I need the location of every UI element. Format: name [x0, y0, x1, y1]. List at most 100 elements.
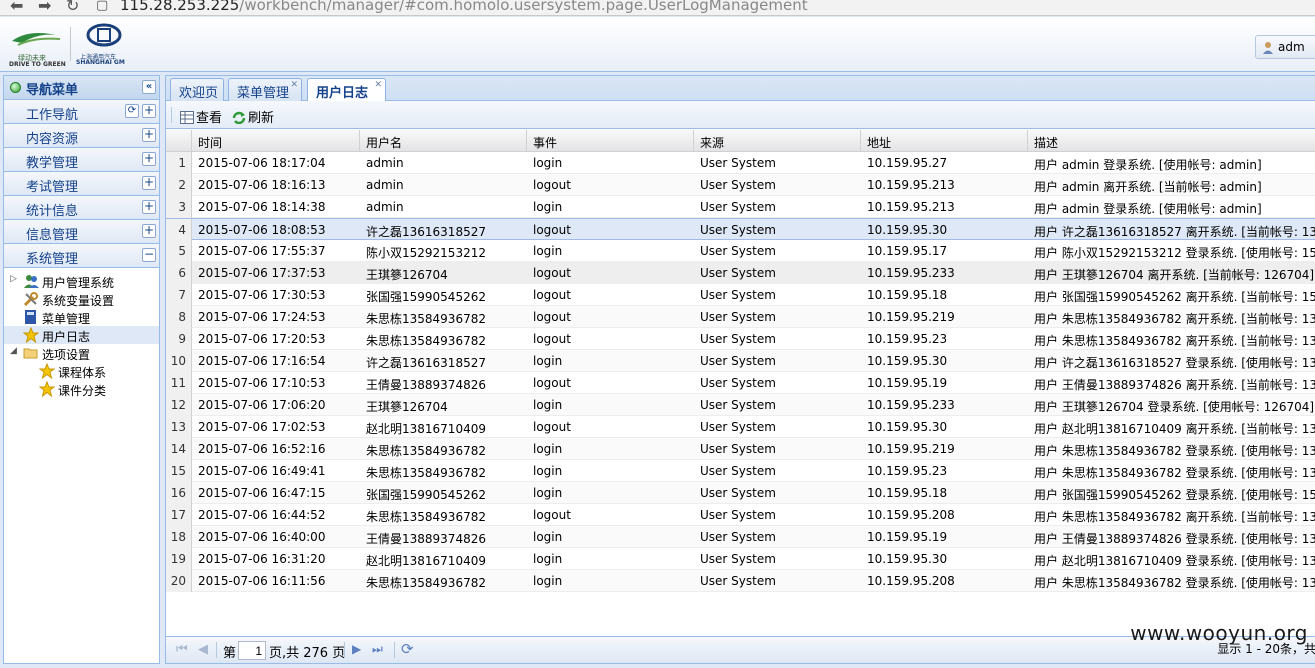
user-icon: [1263, 42, 1273, 54]
expand-icon[interactable]: +: [142, 224, 156, 238]
cell-source: User System: [700, 310, 776, 324]
next-page-icon[interactable]: ▶: [352, 642, 361, 656]
reload-icon[interactable]: ↻: [66, 0, 79, 15]
tree-item-course-system[interactable]: 课程体系: [4, 362, 159, 380]
tab-menu-management[interactable]: 菜单管理 ✕: [228, 78, 302, 101]
url-text[interactable]: 115.28.253.225/workbench/manager/#com.ho…: [120, 0, 808, 14]
collapse-nav-button[interactable]: «: [142, 80, 156, 94]
cell-event: logout: [533, 332, 571, 346]
reload-grid-icon[interactable]: ⟳: [401, 640, 414, 658]
nav-section-system[interactable]: 系统管理 −: [4, 244, 159, 268]
tab-welcome[interactable]: 欢迎页: [170, 78, 224, 101]
cell-username: admin: [366, 156, 404, 170]
table-row[interactable]: 15 2015-07-06 16:49:41 朱思栋13584936782 login…: [166, 460, 1315, 482]
table-row[interactable]: 16 2015-07-06 16:47:15 张国强15990545262 login…: [166, 482, 1315, 504]
tree-item-menu-management[interactable]: 菜单管理: [4, 308, 159, 326]
tree-collapse-icon[interactable]: ◢: [10, 346, 17, 356]
cell-source: User System: [700, 332, 776, 346]
table-row[interactable]: 5 2015-07-06 17:55:37 陈小双15292153212 login U…: [166, 240, 1315, 262]
last-page-icon[interactable]: ⏭: [372, 642, 383, 657]
cell-source: User System: [700, 442, 776, 456]
cell-description: 用户 王琪篸126704 登录系统. [使用帐号: 126704]: [1034, 400, 1315, 414]
cell-address: 10.159.95.30: [867, 552, 948, 566]
refresh-button[interactable]: 刷新: [232, 107, 274, 126]
page-number-input[interactable]: [238, 641, 266, 660]
user-menu-button[interactable]: adm: [1255, 35, 1315, 59]
forward-icon[interactable]: ➡: [38, 0, 51, 15]
nav-section-stats[interactable]: 统计信息 +: [4, 196, 159, 220]
table-row[interactable]: 18 2015-07-06 16:40:00 王倩曼13889374826 login…: [166, 526, 1315, 548]
close-icon[interactable]: ✕: [374, 80, 382, 90]
watermark: www.wooyun.org: [1130, 621, 1308, 645]
nav-section-label: 考试管理: [26, 180, 79, 195]
nav-section-work[interactable]: 工作导航 ⟳ +: [4, 100, 159, 124]
collapse-icon[interactable]: −: [142, 248, 156, 262]
cell-description: 用户 陈小双15292153212 登录系统. [使用帐号: 152921532…: [1034, 246, 1315, 260]
table-row[interactable]: 4 2015-07-06 18:08:53 许之磊13616318527 logout…: [166, 218, 1315, 241]
nav-section-teaching[interactable]: 教学管理 +: [4, 148, 159, 172]
table-row[interactable]: 9 2015-07-06 17:20:53 朱思栋13584936782 logout…: [166, 328, 1315, 350]
nav-section-exam[interactable]: 考试管理 +: [4, 172, 159, 196]
first-page-icon[interactable]: ⏮: [176, 642, 188, 657]
column-header-source[interactable]: 来源: [694, 130, 861, 152]
table-row[interactable]: 6 2015-07-06 17:37:53 王琪篸126704 logout User …: [166, 262, 1315, 284]
tree-expand-icon[interactable]: ▷: [10, 274, 17, 284]
row-number: 15: [166, 460, 192, 482]
cell-time: 2015-07-06 17:20:53: [198, 332, 326, 346]
expand-icon[interactable]: +: [142, 104, 156, 118]
column-header-username[interactable]: 用户名: [360, 130, 527, 152]
row-number: 20: [166, 570, 192, 592]
user-name: adm: [1278, 40, 1305, 54]
expand-icon[interactable]: +: [142, 200, 156, 214]
browser-url-bar[interactable]: ⬅ ➡ ↻ ▢ 115.28.253.225/workbench/manager…: [0, 0, 1315, 16]
tree-label: 课件分类: [58, 384, 107, 398]
expand-icon[interactable]: +: [142, 176, 156, 190]
tree-label: 用户日志: [42, 330, 91, 344]
cell-time: 2015-07-06 18:16:13: [198, 178, 326, 192]
refresh-icon[interactable]: ⟳: [125, 104, 139, 118]
column-header-event[interactable]: 事件: [527, 130, 694, 152]
star-icon: [39, 363, 55, 379]
cell-description: 用户 张国强15990545262 离开系统. [当前帐号: 159905452…: [1034, 290, 1315, 304]
back-icon[interactable]: ⬅: [10, 0, 23, 15]
column-header-description[interactable]: 描述: [1028, 130, 1315, 152]
tree-label: 用户管理系统: [42, 276, 115, 290]
tree-item-options[interactable]: ◢ 选项设置: [4, 344, 159, 362]
table-row[interactable]: 13 2015-07-06 17:02:53 赵北明13816710409 logou…: [166, 416, 1315, 438]
cell-event: login: [533, 486, 563, 500]
nav-section-content[interactable]: 内容资源 +: [4, 124, 159, 148]
cell-description: 用户 张国强15990545262 登录系统. [使用帐号: 159905452…: [1034, 488, 1315, 502]
table-row[interactable]: 10 2015-07-06 17:16:54 许之磊13616318527 login…: [166, 350, 1315, 372]
table-row[interactable]: 8 2015-07-06 17:24:53 朱思栋13584936782 logout…: [166, 306, 1315, 328]
folder-open-icon: [23, 348, 38, 359]
table-row[interactable]: 2 2015-07-06 18:16:13 admin logout User Syst…: [166, 174, 1315, 196]
table-row[interactable]: 14 2015-07-06 16:52:16 朱思栋13584936782 login…: [166, 438, 1315, 460]
table-row[interactable]: 19 2015-07-06 16:31:20 赵北明13816710409 login…: [166, 548, 1315, 570]
table-row[interactable]: 17 2015-07-06 16:44:52 朱思栋13584936782 logou…: [166, 504, 1315, 526]
table-row[interactable]: 11 2015-07-06 17:10:53 王倩曼13889374826 logou…: [166, 372, 1315, 394]
table-row[interactable]: 20 2015-07-06 16:11:56 朱思栋13584936782 login…: [166, 570, 1315, 592]
cell-source: User System: [700, 223, 776, 237]
column-header-time[interactable]: 时间: [192, 130, 360, 152]
pager-divider: [216, 642, 217, 658]
cell-event: login: [533, 200, 563, 214]
expand-icon[interactable]: +: [142, 152, 156, 166]
nav-section-info[interactable]: 信息管理 +: [4, 220, 159, 244]
table-row[interactable]: 3 2015-07-06 18:14:38 admin login User Syste…: [166, 196, 1315, 218]
table-row[interactable]: 12 2015-07-06 17:06:20 王琪篸126704 login User …: [166, 394, 1315, 416]
expand-icon[interactable]: +: [142, 128, 156, 142]
view-button[interactable]: 查看: [180, 107, 222, 126]
tree-item-courseware-category[interactable]: 课件分类: [4, 380, 159, 398]
tree-item-system-variables[interactable]: 系统变量设置: [4, 290, 159, 308]
close-icon[interactable]: ✕: [290, 80, 298, 90]
prev-page-icon[interactable]: ◀: [198, 642, 208, 657]
cell-username: 王琪篸126704: [366, 268, 448, 282]
tab-user-log[interactable]: 用户日志 ✕: [307, 78, 386, 102]
tree-item-user-system[interactable]: ▷ 用户管理系统: [4, 272, 159, 290]
column-header-address[interactable]: 地址: [861, 130, 1028, 152]
table-row[interactable]: 7 2015-07-06 17:30:53 张国强15990545262 logout…: [166, 284, 1315, 306]
table-row[interactable]: 1 2015-07-06 18:17:04 admin login User Syste…: [166, 152, 1315, 174]
cell-username: 张国强15990545262: [366, 488, 486, 502]
row-number: 11: [166, 372, 192, 394]
tree-item-user-log[interactable]: 用户日志: [4, 326, 159, 344]
